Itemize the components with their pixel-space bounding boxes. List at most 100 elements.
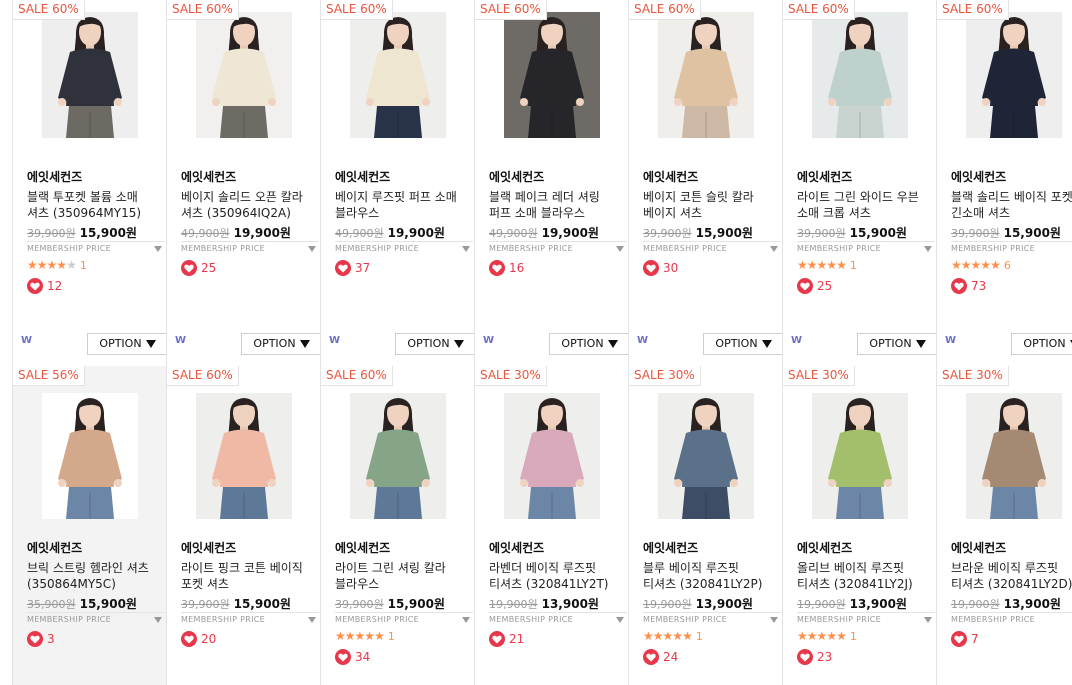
dropdown-triangle-icon: [924, 246, 932, 252]
product-card[interactable]: SALE 30% 에잇세컨즈 올리브 베이직 루즈핏 티셔츠 (320841LY2J…: [782, 366, 936, 685]
brand-name[interactable]: 에잇세컨즈: [27, 539, 82, 556]
product-image[interactable]: [504, 393, 600, 519]
product-name[interactable]: 블랙 솔리드 베이직 포켓 긴소매 셔츠: [951, 189, 1072, 221]
membership-price-toggle[interactable]: MEMBERSHIP PRICE: [797, 241, 935, 259]
like-button[interactable]: 20: [181, 628, 216, 647]
brand-name[interactable]: 에잇세컨즈: [951, 168, 1006, 185]
product-card[interactable]: SALE 30% 에잇세컨즈 라벤더 베이직 루즈핏 티셔츠 (320841LY2T…: [474, 366, 628, 685]
like-button[interactable]: 25: [181, 257, 216, 276]
option-button[interactable]: OPTION: [549, 333, 628, 355]
brand-name[interactable]: 에잇세컨즈: [797, 539, 852, 556]
product-photo: [812, 393, 908, 519]
option-button[interactable]: OPTION: [857, 333, 936, 355]
product-name[interactable]: 라이트 그린 셔링 칼라 블라우스: [335, 560, 465, 592]
product-card[interactable]: SALE 30% 에잇세컨즈 블루 베이직 루즈핏 티셔츠 (320841LY2P)…: [628, 366, 782, 685]
like-button[interactable]: 30: [643, 257, 678, 276]
product-image[interactable]: [504, 12, 600, 138]
product-card[interactable]: SALE 60% 에잇세컨즈 블랙 투포켓 볼륨 소매 셔츠 (350964MY15…: [12, 0, 166, 366]
brand-mark: W: [483, 335, 495, 346]
like-button[interactable]: 23: [797, 646, 832, 665]
product-card[interactable]: SALE 60% 에잇세컨즈 베이지 루즈핏 퍼프 소매 블라우스 49,900원 19…: [320, 0, 474, 366]
product-image[interactable]: [42, 12, 138, 138]
product-name[interactable]: 블랙 투포켓 볼륨 소매 셔츠 (350964MY15): [27, 189, 157, 221]
membership-price-label: MEMBERSHIP PRICE: [27, 615, 111, 624]
heart-icon: [335, 648, 351, 665]
product-name[interactable]: 베이지 루즈핏 퍼프 소매 블라우스: [335, 189, 465, 221]
like-button[interactable]: 21: [489, 628, 524, 647]
product-image[interactable]: [196, 393, 292, 519]
like-button[interactable]: 16: [489, 257, 524, 276]
product-card[interactable]: SALE 60% 에잇세컨즈 베이지 코튼 슬릿 칼라 베이지 셔츠 39,900원 1…: [628, 0, 782, 366]
product-name[interactable]: 블랙 페이크 레더 셔링 퍼프 소매 블라우스: [489, 189, 619, 221]
product-card[interactable]: SALE 60% 에잇세컨즈 라이트 핑크 코튼 베이직 포켓 셔츠 39,900원 1…: [166, 366, 320, 685]
product-image[interactable]: [658, 393, 754, 519]
product-card[interactable]: SALE 30% 에잇세컨즈 브라운 베이직 루즈핏 티셔츠 (320841LY2D…: [936, 366, 1072, 685]
membership-price-toggle[interactable]: MEMBERSHIP PRICE: [951, 241, 1072, 259]
product-name[interactable]: 라이트 핑크 코튼 베이직 포켓 셔츠: [181, 560, 311, 592]
brand-name[interactable]: 에잇세컨즈: [27, 168, 82, 185]
option-button[interactable]: OPTION: [1011, 333, 1072, 355]
option-label: OPTION: [561, 337, 604, 350]
product-image[interactable]: [350, 12, 446, 138]
like-button[interactable]: 25: [797, 275, 832, 294]
brand-name[interactable]: 에잇세컨즈: [335, 168, 390, 185]
brand-name[interactable]: 에잇세컨즈: [643, 539, 698, 556]
brand-name[interactable]: 에잇세컨즈: [181, 168, 236, 185]
product-name[interactable]: 라벤더 베이직 루즈핏 티셔츠 (320841LY2T): [489, 560, 619, 592]
brand-name[interactable]: 에잇세컨즈: [335, 539, 390, 556]
product-image[interactable]: [350, 393, 446, 519]
original-price: 39,900원: [951, 227, 1000, 240]
product-image[interactable]: [966, 393, 1062, 519]
product-image[interactable]: [658, 12, 754, 138]
product-card[interactable]: SALE 60% 에잇세컨즈 블랙 솔리드 베이직 포켓 긴소매 셔츠 39,900원…: [936, 0, 1072, 366]
like-button[interactable]: 12: [27, 275, 62, 294]
product-card[interactable]: SALE 60% 에잇세컨즈 블랙 페이크 레더 셔링 퍼프 소매 블라우스 49,9…: [474, 0, 628, 366]
product-card[interactable]: SALE 60% 에잇세컨즈 베이지 솔리드 오픈 칼라 셔츠 (350964IQ2…: [166, 0, 320, 366]
like-button[interactable]: 7: [951, 628, 979, 647]
sale-badge: SALE 60%: [167, 366, 239, 386]
brand-name[interactable]: 에잇세컨즈: [643, 168, 698, 185]
option-button[interactable]: OPTION: [87, 333, 166, 355]
option-button[interactable]: OPTION: [241, 333, 320, 355]
caret-down-icon: [915, 340, 926, 348]
product-image[interactable]: [812, 393, 908, 519]
product-image[interactable]: [42, 393, 138, 519]
membership-price-toggle[interactable]: MEMBERSHIP PRICE: [335, 612, 473, 630]
brand-mark: W: [945, 335, 957, 346]
product-name[interactable]: 베이지 솔리드 오픈 칼라 셔츠 (350964IQ2A): [181, 189, 311, 221]
like-button[interactable]: 73: [951, 275, 986, 294]
brand-name[interactable]: 에잇세컨즈: [489, 168, 544, 185]
product-image[interactable]: [196, 12, 292, 138]
product-name[interactable]: 블루 베이직 루즈핏 티셔츠 (320841LY2P): [643, 560, 773, 592]
like-button[interactable]: 24: [643, 646, 678, 665]
option-button[interactable]: OPTION: [703, 333, 782, 355]
product-name[interactable]: 라이트 그린 와이드 우븐 소매 크롭 셔츠: [797, 189, 927, 221]
option-label: OPTION: [869, 337, 912, 350]
brand-name[interactable]: 에잇세컨즈: [797, 168, 852, 185]
product-name[interactable]: 베이지 코튼 슬릿 칼라 베이지 셔츠: [643, 189, 773, 221]
sale-price: 15,900원: [695, 226, 753, 240]
sale-badge: SALE 60%: [321, 0, 393, 20]
option-button[interactable]: OPTION: [395, 333, 474, 355]
product-name[interactable]: 브릭 스트링 헴라인 셔츠 (350864MY5C): [27, 560, 157, 592]
sale-price: 19,900원: [233, 226, 291, 240]
brand-name[interactable]: 에잇세컨즈: [181, 539, 236, 556]
product-name[interactable]: 브라운 베이직 루즈핏 티셔츠 (320841LY2D): [951, 560, 1072, 592]
original-price: 19,900원: [643, 598, 692, 611]
original-price: 39,900원: [797, 227, 846, 240]
like-button[interactable]: 37: [335, 257, 370, 276]
membership-price-toggle[interactable]: MEMBERSHIP PRICE: [797, 612, 935, 630]
product-card[interactable]: SALE 60% 에잇세컨즈 라이트 그린 와이드 우븐 소매 크롭 셔츠 39,90…: [782, 0, 936, 366]
brand-name[interactable]: 에잇세컨즈: [951, 539, 1006, 556]
brand-name[interactable]: 에잇세컨즈: [489, 539, 544, 556]
like-button[interactable]: 34: [335, 646, 370, 665]
product-image[interactable]: [812, 12, 908, 138]
membership-price-label: MEMBERSHIP PRICE: [335, 615, 419, 624]
like-button[interactable]: 3: [27, 628, 55, 647]
product-card[interactable]: SALE 56% 에잇세컨즈 브릭 스트링 헴라인 셔츠 (350864MY5C) 3…: [12, 366, 166, 685]
membership-price-toggle[interactable]: MEMBERSHIP PRICE: [643, 612, 781, 630]
product-card[interactable]: SALE 60% 에잇세컨즈 라이트 그린 셔링 칼라 블라우스 39,900원 15,…: [320, 366, 474, 685]
product-name[interactable]: 올리브 베이직 루즈핏 티셔츠 (320841LY2J): [797, 560, 927, 592]
membership-price-toggle[interactable]: MEMBERSHIP PRICE: [27, 241, 165, 259]
product-image[interactable]: [966, 12, 1062, 138]
